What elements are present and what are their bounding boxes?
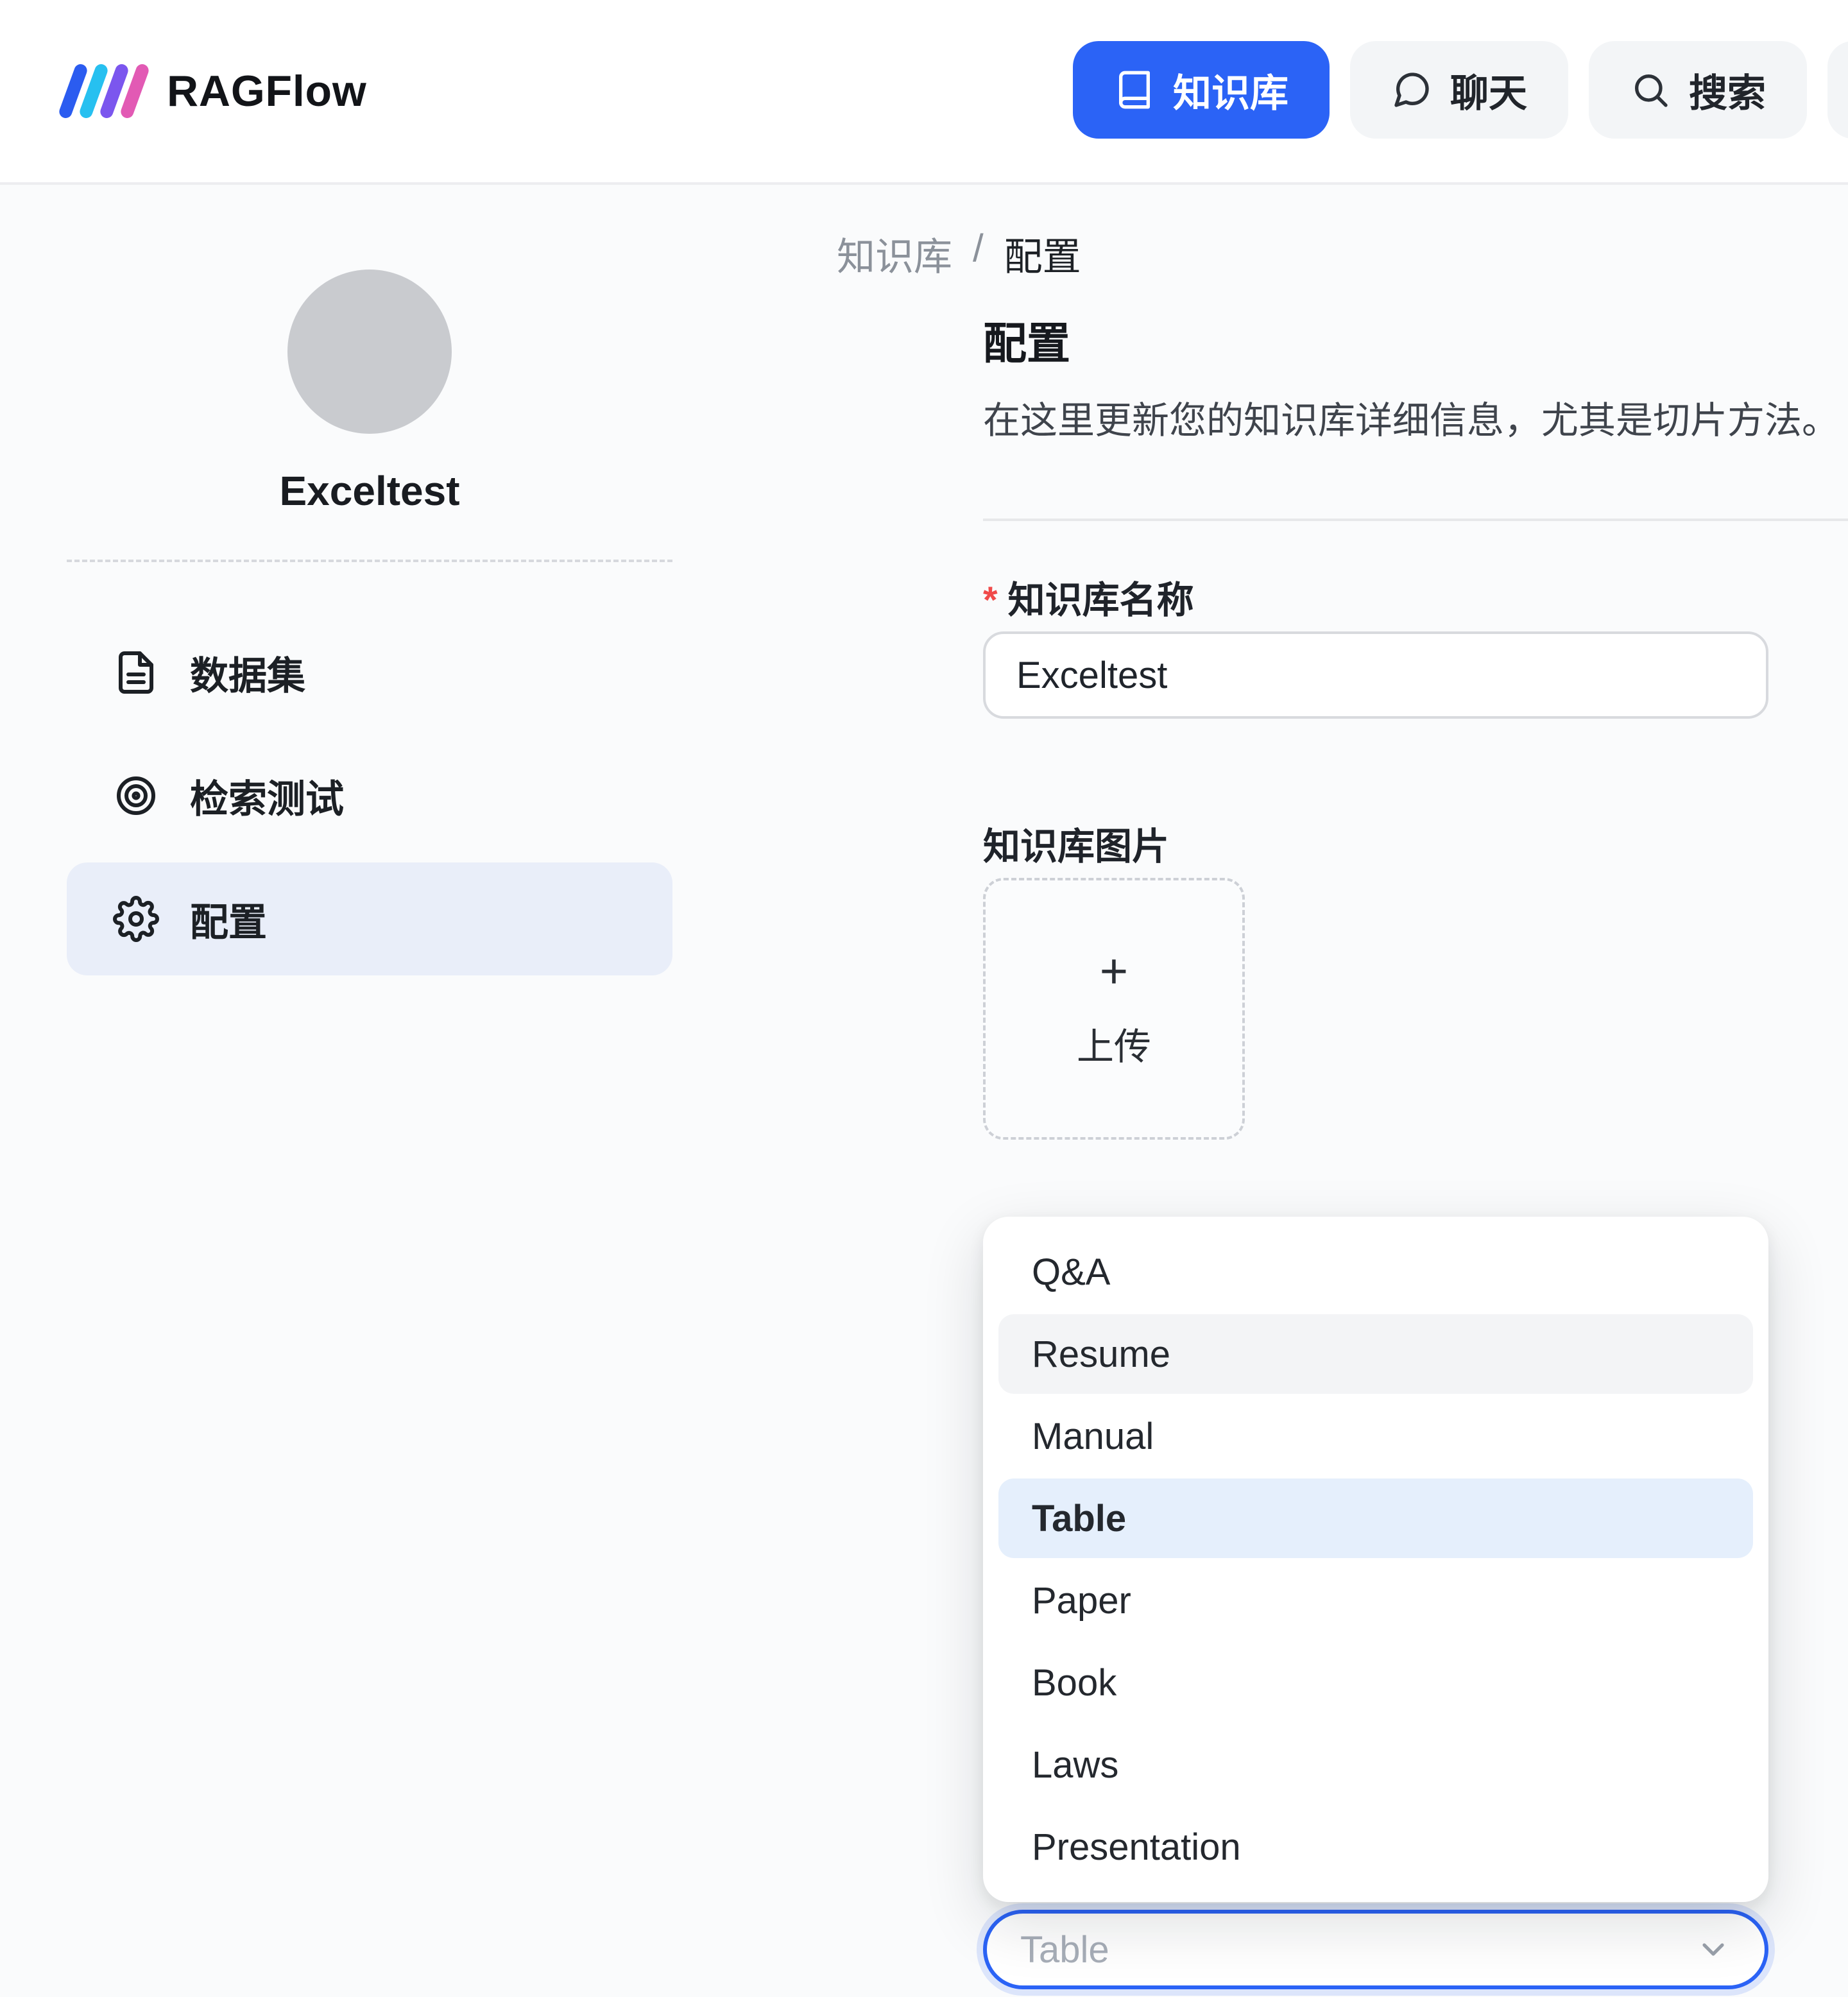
gear-icon [113, 896, 159, 942]
page-body: Exceltest 数据集 检索测试 配置 知识库 / 配置 配置 在这里更新您… [0, 185, 1848, 1997]
kb-image-label: 知识库图片 [983, 816, 1169, 870]
sidebar-item-label: 配置 [190, 891, 267, 947]
top-navbar: RAGFlow 知识库 聊天 搜索 Agent 文件管理 简体中文 [0, 0, 1848, 185]
dropdown-option-laws[interactable]: Laws [998, 1725, 1753, 1804]
dropdown-option-paper[interactable]: Paper [998, 1561, 1753, 1640]
kb-avatar [287, 270, 452, 434]
search-icon [1630, 69, 1671, 110]
dropdown-option-q-a[interactable]: Q&A [998, 1232, 1753, 1312]
chunk-method-value: Table [1020, 1928, 1109, 1971]
kb-sidebar: Exceltest 数据集 检索测试 配置 [0, 185, 770, 1997]
dropdown-option-manual[interactable]: Manual [998, 1396, 1753, 1476]
tab-label: 知识库 [1173, 62, 1288, 118]
breadcrumb-current: 配置 [1004, 226, 1081, 282]
sidebar-item-retrieval-test[interactable]: 检索测试 [67, 739, 672, 852]
upload-dropzone[interactable]: + 上传 [983, 878, 1245, 1140]
tab-label: 聊天 [1450, 62, 1527, 118]
dropdown-option-presentation[interactable]: Presentation [998, 1807, 1753, 1887]
sidebar-divider [67, 560, 672, 562]
kb-name-input[interactable] [983, 631, 1768, 719]
chunk-method-select[interactable]: Table [983, 1910, 1768, 1989]
plus-icon: + [1100, 947, 1128, 996]
ragflow-logo-icon [67, 53, 141, 130]
sidebar-item-label: 检索测试 [190, 768, 344, 824]
kb-name: Exceltest [0, 467, 739, 515]
page-subtitle: 在这里更新您的知识库详细信息，尤其是切片方法。 [983, 390, 1839, 444]
tab-agent[interactable]: Agent [1827, 41, 1848, 139]
kb-name-label: *知识库名称 [983, 570, 1194, 624]
sidebar-item-configuration[interactable]: 配置 [67, 862, 672, 975]
sidebar-item-dataset[interactable]: 数据集 [67, 616, 672, 729]
breadcrumb: 知识库 / 配置 [837, 226, 1081, 282]
dropdown-option-book[interactable]: Book [998, 1643, 1753, 1722]
tab-search[interactable]: 搜索 [1589, 41, 1807, 139]
sidebar-menu: 数据集 检索测试 配置 [67, 616, 672, 975]
book-icon [1114, 69, 1155, 110]
section-divider [983, 519, 1848, 521]
chevron-down-icon [1695, 1932, 1731, 1967]
tab-chat[interactable]: 聊天 [1350, 41, 1568, 139]
chat-icon [1391, 69, 1432, 110]
dataset-icon [113, 649, 159, 696]
breadcrumb-separator: / [973, 226, 984, 282]
page-title: 配置 [983, 308, 1070, 372]
sidebar-item-label: 数据集 [190, 645, 305, 701]
primary-nav: 知识库 聊天 搜索 Agent 文件管理 [1073, 41, 1848, 139]
required-mark: * [983, 579, 998, 621]
tab-knowledge-base[interactable]: 知识库 [1073, 41, 1330, 139]
target-icon [113, 773, 159, 819]
tab-label: 搜索 [1689, 62, 1766, 118]
breadcrumb-root[interactable]: 知识库 [837, 226, 952, 282]
chunk-method-dropdown: Q&AResumeManualTablePaperBookLawsPresent… [983, 1217, 1768, 1902]
upload-label: 上传 [1077, 1016, 1151, 1070]
brand-name: RAGFlow [167, 66, 367, 116]
dropdown-option-table[interactable]: Table [998, 1478, 1753, 1558]
dropdown-option-resume[interactable]: Resume [998, 1314, 1753, 1394]
brand: RAGFlow [67, 53, 367, 130]
